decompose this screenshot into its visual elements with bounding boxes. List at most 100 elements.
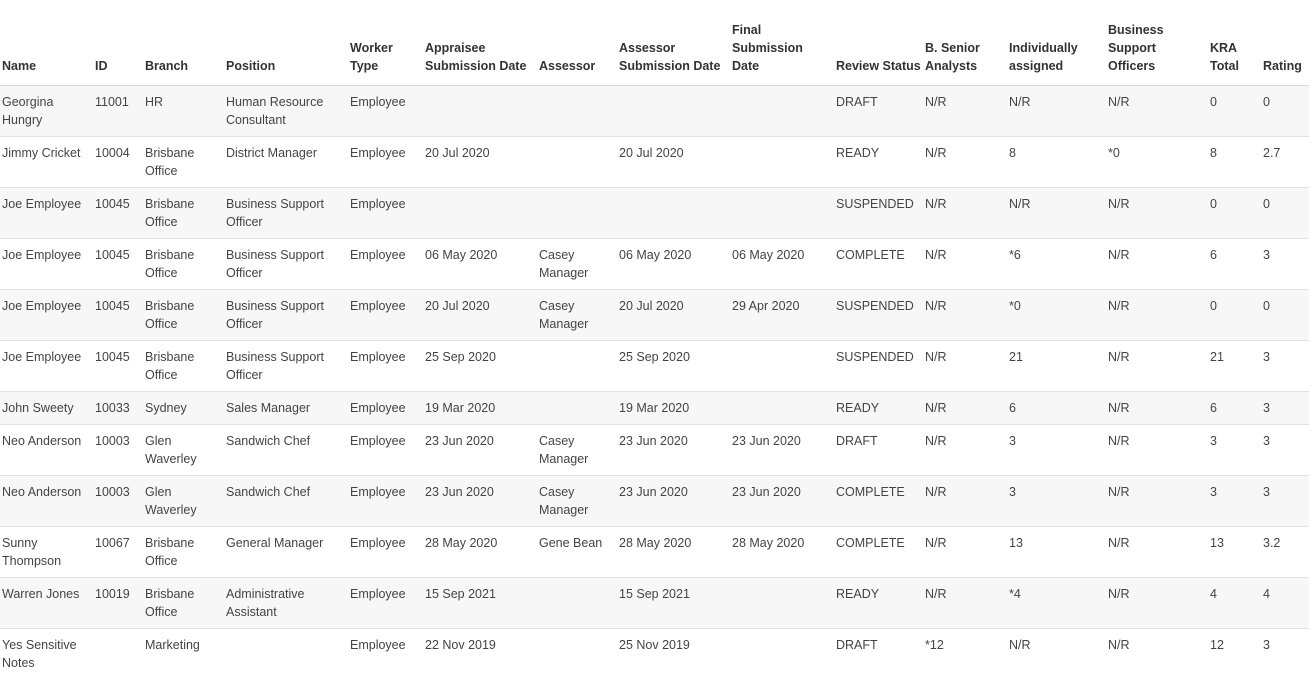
cell-assessor (537, 340, 617, 392)
cell-assessor-submission-date: 28 May 2020 (617, 526, 730, 578)
cell-rating: 0 (1261, 85, 1309, 137)
cell-assessor (537, 187, 617, 239)
cell-name: Yes Sensitive Notes (0, 628, 93, 679)
cell-b-senior-analysts: N/R (923, 391, 1007, 425)
column-header-appraisee-submission-date[interactable]: Appraisee Submission Date (423, 0, 537, 86)
cell-b-senior-analysts: N/R (923, 85, 1007, 137)
cell-name: Neo Anderson (0, 475, 93, 527)
cell-individually-assigned: N/R (1007, 628, 1106, 679)
column-header-final-submission-date[interactable]: Final Submission Date (730, 0, 834, 86)
column-header-b-senior-analysts[interactable]: B. Senior Analysts (923, 0, 1007, 86)
table-row[interactable]: Joe Employee 10045 Brisbane Office Business… (0, 289, 1309, 341)
cell-individually-assigned: *0 (1007, 289, 1106, 341)
cell-branch: Brisbane Office (143, 526, 224, 578)
cell-final-submission-date (730, 628, 834, 679)
cell-assessor-submission-date: 19 Mar 2020 (617, 391, 730, 425)
cell-id: 10033 (93, 391, 143, 425)
cell-review-status: SUSPENDED (834, 340, 923, 392)
cell-id: 10045 (93, 187, 143, 239)
cell-b-senior-analysts: N/R (923, 289, 1007, 341)
cell-final-submission-date (730, 340, 834, 392)
column-header-id[interactable]: ID (93, 0, 143, 86)
cell-name: Joe Employee (0, 340, 93, 392)
cell-worker-type: Employee (348, 187, 423, 239)
cell-appraisee-submission-date: 15 Sep 2021 (423, 577, 537, 629)
column-header-kra-total[interactable]: KRA Total (1208, 0, 1261, 86)
table-row[interactable]: Sunny Thompson 10067 Brisbane Office Genera… (0, 526, 1309, 578)
cell-assessor: Casey Manager (537, 238, 617, 290)
cell-id: 10003 (93, 475, 143, 527)
cell-appraisee-submission-date: 23 Jun 2020 (423, 475, 537, 527)
cell-kra-total: 4 (1208, 577, 1261, 629)
table-body: Georgina Hungry 11001 HR Human Resource Con… (0, 85, 1309, 679)
cell-assessor (537, 85, 617, 137)
cell-name: John Sweety (0, 391, 93, 425)
column-header-assessor[interactable]: Assessor (537, 0, 617, 86)
cell-review-status: COMPLETE (834, 475, 923, 527)
cell-branch: Glen Waverley (143, 424, 224, 476)
cell-final-submission-date: 29 Apr 2020 (730, 289, 834, 341)
cell-worker-type: Employee (348, 238, 423, 290)
cell-final-submission-date: 23 Jun 2020 (730, 424, 834, 476)
cell-business-support-officers: N/R (1106, 289, 1208, 341)
cell-kra-total: 6 (1208, 238, 1261, 290)
cell-review-status: READY (834, 391, 923, 425)
review-table-container: Name ID Branch Position Worker Type Appraisee… (0, 0, 1309, 694)
cell-assessor-submission-date: 20 Jul 2020 (617, 136, 730, 188)
cell-id: 10004 (93, 136, 143, 188)
cell-position: Business Support Officer (224, 289, 348, 341)
table-row[interactable]: Jimmy Cricket 10004 Brisbane Office Distric… (0, 136, 1309, 188)
column-header-position[interactable]: Position (224, 0, 348, 86)
cell-position: Sandwich Chef (224, 424, 348, 476)
cell-business-support-officers: N/R (1106, 526, 1208, 578)
column-header-review-status[interactable]: Review Status (834, 0, 923, 86)
table-row[interactable]: John Sweety 10033 Sydney Sales Manager Emplo… (0, 391, 1309, 425)
cell-rating: 0 (1261, 289, 1309, 341)
cell-branch: Brisbane Office (143, 187, 224, 239)
table-row[interactable]: Warren Jones 10019 Brisbane Office Administ… (0, 577, 1309, 629)
table-row[interactable]: Neo Anderson 10003 Glen Waverley Sandwich C… (0, 424, 1309, 476)
cell-worker-type: Employee (348, 289, 423, 341)
cell-kra-total: 3 (1208, 475, 1261, 527)
cell-assessor-submission-date: 15 Sep 2021 (617, 577, 730, 629)
cell-assessor (537, 391, 617, 425)
cell-business-support-officers: N/R (1106, 424, 1208, 476)
column-header-assessor-submission-date[interactable]: Assessor Submission Date (617, 0, 730, 86)
cell-kra-total: 0 (1208, 289, 1261, 341)
cell-b-senior-analysts: N/R (923, 424, 1007, 476)
cell-worker-type: Employee (348, 628, 423, 679)
column-header-business-support-officers[interactable]: Business Support Officers (1106, 0, 1208, 86)
cell-id: 10045 (93, 289, 143, 341)
cell-assessor-submission-date: 06 May 2020 (617, 238, 730, 290)
column-header-rating[interactable]: Rating (1261, 0, 1309, 86)
cell-final-submission-date: 28 May 2020 (730, 526, 834, 578)
cell-final-submission-date (730, 391, 834, 425)
table-row[interactable]: Joe Employee 10045 Brisbane Office Business… (0, 340, 1309, 392)
table-row[interactable]: Georgina Hungry 11001 HR Human Resource Con… (0, 85, 1309, 137)
cell-business-support-officers: N/R (1106, 85, 1208, 137)
table-row[interactable]: Joe Employee 10045 Brisbane Office Business… (0, 238, 1309, 290)
cell-b-senior-analysts: N/R (923, 187, 1007, 239)
cell-position: Sales Manager (224, 391, 348, 425)
cell-appraisee-submission-date: 20 Jul 2020 (423, 136, 537, 188)
cell-name: Joe Employee (0, 187, 93, 239)
cell-final-submission-date (730, 187, 834, 239)
column-header-worker-type[interactable]: Worker Type (348, 0, 423, 86)
cell-rating: 0 (1261, 187, 1309, 239)
column-header-individually-assigned[interactable]: Individually assigned (1007, 0, 1106, 86)
cell-position: District Manager (224, 136, 348, 188)
table-row[interactable]: Joe Employee 10045 Brisbane Office Business… (0, 187, 1309, 239)
cell-id: 10019 (93, 577, 143, 629)
cell-individually-assigned: 13 (1007, 526, 1106, 578)
cell-position (224, 628, 348, 679)
column-header-branch[interactable]: Branch (143, 0, 224, 86)
cell-b-senior-analysts: N/R (923, 577, 1007, 629)
cell-position: Business Support Officer (224, 238, 348, 290)
column-header-name[interactable]: Name (0, 0, 93, 86)
table-row[interactable]: Yes Sensitive Notes Marketing Employee 22 N… (0, 628, 1309, 679)
cell-business-support-officers: N/R (1106, 475, 1208, 527)
cell-assessor (537, 136, 617, 188)
cell-worker-type: Employee (348, 391, 423, 425)
cell-position: Business Support Officer (224, 340, 348, 392)
table-row[interactable]: Neo Anderson 10003 Glen Waverley Sandwich C… (0, 475, 1309, 527)
